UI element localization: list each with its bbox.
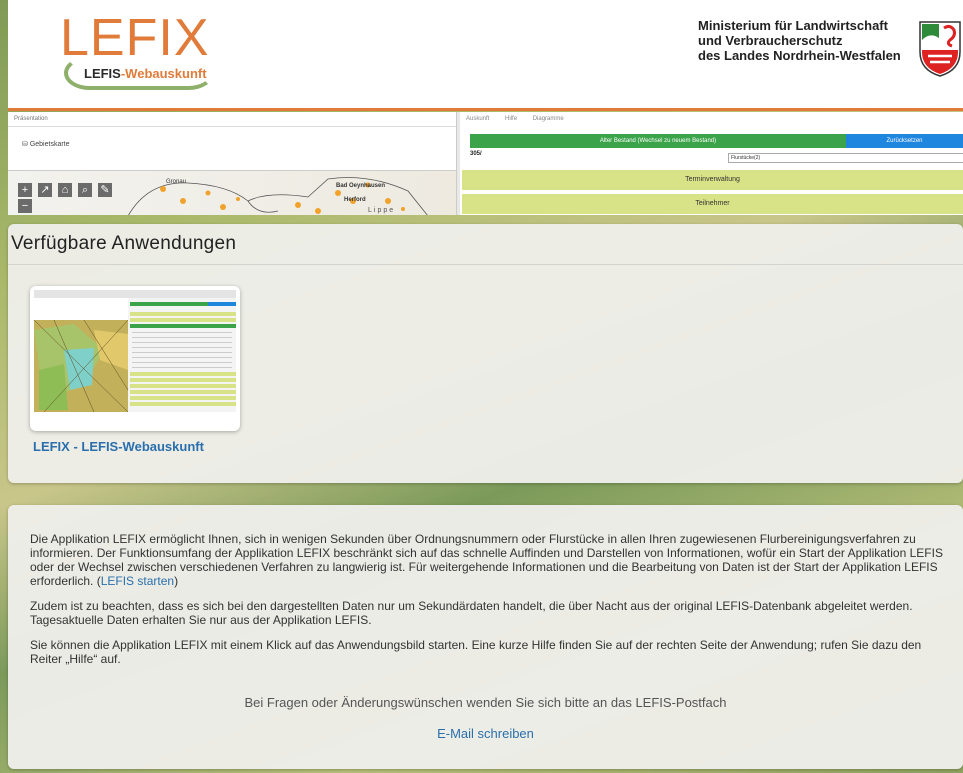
info-paragraph-2: Zudem ist zu beachten, dass es sich bei … <box>30 599 913 627</box>
terminverwaltung-bar[interactable]: Terminverwaltung <box>462 170 963 190</box>
preview-gebietskarte-label: Gebietskarte <box>29 141 70 148</box>
logo-sub-lefis: LEFIS <box>84 66 121 81</box>
nrw-crest-icon <box>919 21 961 77</box>
lefis-webauskunft-logo: LEFIS-Webauskunft <box>64 56 214 90</box>
home-icon[interactable]: ⌂ <box>58 183 72 197</box>
zoom-in-icon[interactable]: + <box>18 183 32 197</box>
info-paragraph-1: Die Applikation LEFIX ermöglicht Ihnen, … <box>30 532 946 588</box>
app-card-lefix[interactable] <box>30 286 240 431</box>
preview-map-label-herford: Herford <box>344 197 366 203</box>
apps-heading: Verfügbare Anwendungen <box>8 224 963 265</box>
info-panel: Die Applikation LEFIX ermöglicht Ihnen, … <box>8 505 963 769</box>
preview-right-pane: Auskunft Hilfe Diagramme Alter Bestand (… <box>460 112 963 215</box>
flurstuecke-select[interactable]: Flurstücke(2) <box>728 153 963 163</box>
preview-left-title: Präsentation <box>8 112 456 127</box>
preview-map-label-gronau: Gronau <box>166 179 187 185</box>
ministry-line-2: und Verbraucherschutz <box>698 33 843 48</box>
preview-tab-diagramme[interactable]: Diagramme <box>533 116 564 122</box>
info-paragraph-1-end: ) <box>174 574 179 588</box>
preview-map-label-lippe: Lippe <box>368 207 396 214</box>
info-paragraph-3: Sie können die Applikation LEFIX mit ein… <box>30 638 922 666</box>
map-layer-icon: ⛁ <box>22 141 28 148</box>
lefis-starten-link[interactable]: LEFIS starten <box>101 574 174 588</box>
preview-tab-auskunft[interactable]: Auskunft <box>466 116 489 122</box>
preview-map: Gronau Bad Oeynhausen Herford Lippe + − … <box>8 170 456 215</box>
alter-bestand-button[interactable]: Alter Bestand (Wechsel zu neuem Bestand) <box>470 134 846 148</box>
navigate-icon[interactable]: ↗ <box>38 183 52 197</box>
app-thumbnail[interactable] <box>34 290 236 412</box>
preview-left-pane: Präsentation ⛁ Gebietskarte Gronau Bad O… <box>8 112 457 215</box>
app-preview-banner: Präsentation ⛁ Gebietskarte Gronau Bad O… <box>8 112 963 215</box>
ministry-line-1: Ministerium für Landwirtschaft <box>698 18 888 33</box>
app-title-link[interactable]: LEFIX - LEFIS-Webauskunft <box>33 439 204 454</box>
info-text: Die Applikation LEFIX ermöglicht Ihnen, … <box>30 532 946 677</box>
preview-gebietskarte: ⛁ Gebietskarte <box>22 140 70 148</box>
app-thumbnail-image <box>34 290 236 412</box>
preview-map-label-bad-oeynhausen: Bad Oeynhausen <box>336 183 386 189</box>
search-icon[interactable]: ⌕ <box>78 183 92 197</box>
logo-sub-webauskunft: -Webauskunft <box>120 66 207 81</box>
logo-subtitle: LEFIS-Webauskunft <box>84 66 207 81</box>
ministry-name: Ministerium für Landwirtschaft und Verbr… <box>698 18 901 63</box>
available-apps-panel: Verfügbare Anwendungen LEFIX - LEFIS-Web… <box>8 224 963 483</box>
contact-text: Bei Fragen oder Änderungswünschen wenden… <box>244 695 727 710</box>
zoom-out-icon[interactable]: − <box>18 199 32 213</box>
pencil-icon[interactable]: ✎ <box>98 183 112 197</box>
preview-tabs: Auskunft Hilfe Diagramme <box>460 112 963 126</box>
page-header: LEFIX LEFIS-Webauskunft Ministerium für … <box>8 0 963 111</box>
email-link[interactable]: E-Mail schreiben <box>8 726 963 741</box>
preview-code: 305/ <box>470 151 482 157</box>
ministry-line-3: des Landes Nordrhein-Westfalen <box>698 48 901 63</box>
teilnehmer-bar[interactable]: Teilnehmer <box>462 194 963 214</box>
preview-tab-hilfe[interactable]: Hilfe <box>505 116 517 122</box>
zuruecksetzen-button[interactable]: Zurücksetzen <box>846 134 963 148</box>
